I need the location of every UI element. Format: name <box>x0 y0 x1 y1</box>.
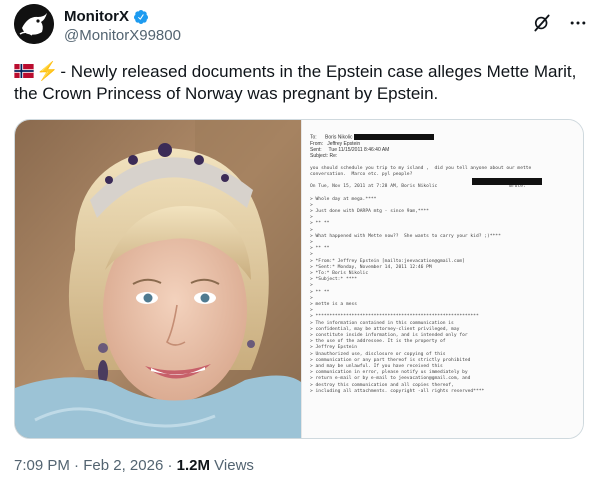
redaction-bar <box>472 178 542 185</box>
more-icon[interactable] <box>567 12 589 34</box>
views-label: Views <box>214 457 254 474</box>
tweet-header: MonitorX @MonitorX99800 <box>14 4 589 50</box>
bird-logo-avatar[interactable] <box>14 4 54 44</box>
tweet-text: ⚡ - Newly released documents in the Epste… <box>14 60 589 105</box>
email-document[interactable]: To: Boris Nikolic From: Jeffrey Epstein … <box>301 120 583 438</box>
norway-flag-icon <box>14 62 34 78</box>
tweet-time[interactable]: 7:09 PM <box>14 457 70 474</box>
princess-photo[interactable] <box>15 120 301 438</box>
tweet-media[interactable]: To: Boris Nikolic From: Jeffrey Epstein … <box>14 119 584 439</box>
author-names: MonitorX @MonitorX99800 <box>64 8 181 44</box>
grok-icon[interactable] <box>531 12 553 34</box>
header-actions <box>531 12 589 34</box>
tweet-meta: 7:09 PM · Feb 2, 2026 · 1.2M Views <box>14 457 254 474</box>
verified-badge-icon <box>133 9 149 25</box>
author-display-name[interactable]: MonitorX <box>64 8 181 25</box>
document-text: To: Boris Nikolic From: Jeffrey Epstein … <box>310 128 578 432</box>
lightning-bolt-icon: ⚡ <box>36 61 59 81</box>
tweet-date[interactable]: Feb 2, 2026 <box>83 457 163 474</box>
views-count: 1.2M <box>176 457 210 474</box>
meta-separator: · <box>74 457 80 474</box>
tweet-body: - Newly released documents in the Epstei… <box>14 62 577 103</box>
meta-separator: · <box>167 457 173 474</box>
doc-header: To: Boris Nikolic From: Jeffrey Epstein … <box>310 134 578 159</box>
author-handle[interactable]: @MonitorX99800 <box>64 27 181 44</box>
